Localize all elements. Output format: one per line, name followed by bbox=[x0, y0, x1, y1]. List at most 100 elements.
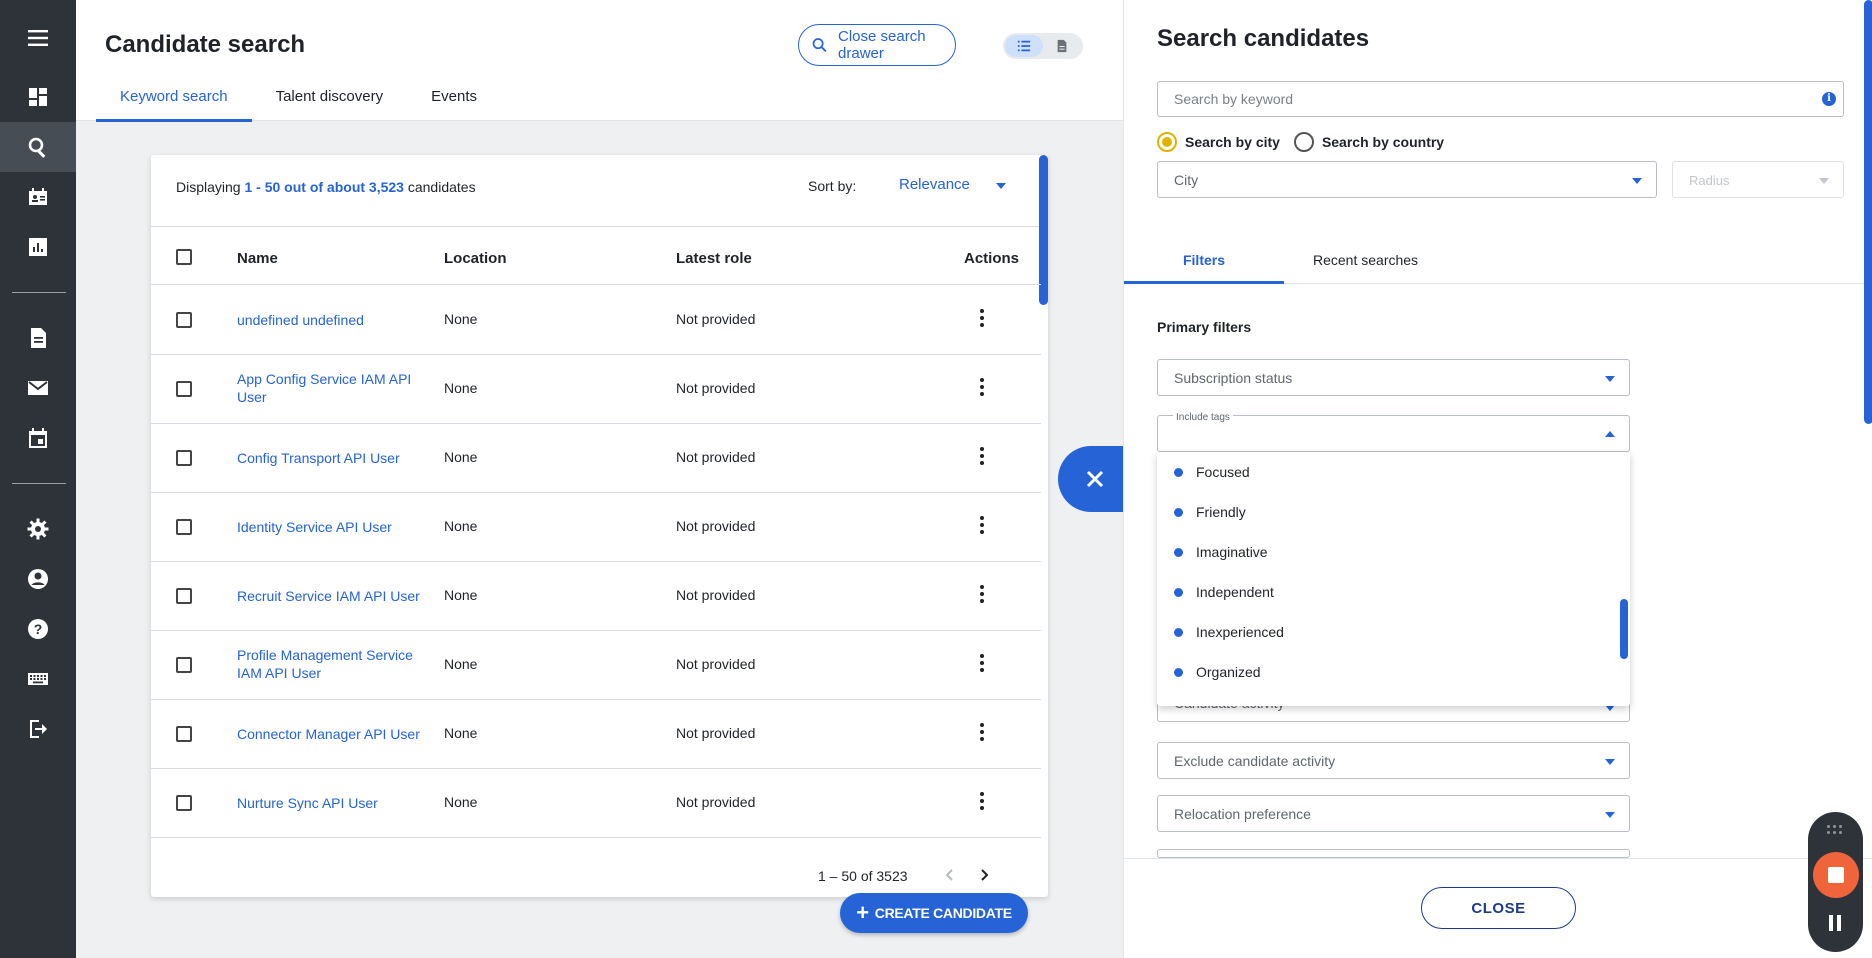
candidate-location: None bbox=[444, 587, 478, 603]
contacts-icon[interactable] bbox=[0, 172, 76, 222]
candidate-name-link[interactable]: Connector Manager API User bbox=[237, 725, 427, 743]
more-actions-icon[interactable] bbox=[980, 654, 986, 672]
stop-icon bbox=[1828, 867, 1844, 883]
more-actions-icon[interactable] bbox=[980, 516, 986, 534]
radio-search-by-city[interactable] bbox=[1157, 132, 1177, 152]
list-view-toggle[interactable] bbox=[1005, 35, 1043, 57]
more-actions-icon[interactable] bbox=[980, 309, 986, 327]
more-actions-icon[interactable] bbox=[980, 792, 986, 810]
row-checkbox[interactable] bbox=[176, 519, 192, 535]
logout-icon[interactable] bbox=[0, 704, 76, 754]
row-checkbox[interactable] bbox=[176, 312, 192, 328]
row-checkbox[interactable] bbox=[176, 381, 192, 397]
candidate-location: None bbox=[444, 449, 478, 465]
tag-option[interactable]: Organized bbox=[1157, 652, 1617, 692]
close-search-drawer-button[interactable]: Close search drawer bbox=[798, 24, 956, 66]
tag-option[interactable]: Independent bbox=[1157, 572, 1617, 612]
more-actions-icon[interactable] bbox=[980, 723, 986, 741]
keyword-search-input[interactable]: Search by keyword bbox=[1157, 81, 1844, 117]
results-count-prefix: Displaying bbox=[176, 179, 245, 195]
radius-select[interactable]: Radius bbox=[1672, 161, 1844, 198]
dropdown-scrollbar[interactable] bbox=[1620, 599, 1628, 659]
tab-keyword-search[interactable]: Keyword search bbox=[96, 80, 252, 122]
candidate-name-link[interactable]: Config Transport API User bbox=[237, 449, 427, 467]
tag-option-label: Inexperienced bbox=[1196, 624, 1284, 640]
stop-recording-button[interactable] bbox=[1813, 852, 1859, 898]
pause-icon[interactable] bbox=[1829, 915, 1843, 931]
row-checkbox[interactable] bbox=[176, 795, 192, 811]
tab-talent-discovery[interactable]: Talent discovery bbox=[276, 80, 384, 122]
menu-icon[interactable] bbox=[0, 13, 76, 63]
create-candidate-label: CREATE CANDIDATE bbox=[874, 905, 1012, 921]
select-all-checkbox[interactable] bbox=[176, 249, 192, 265]
row-checkbox[interactable] bbox=[176, 588, 192, 604]
results-count-suffix: candidates bbox=[403, 179, 476, 195]
tag-dot-icon bbox=[1174, 547, 1183, 557]
dashboard-icon[interactable] bbox=[0, 72, 76, 122]
more-actions-icon[interactable] bbox=[980, 447, 986, 465]
relocation-preference-select[interactable]: Relocation preference bbox=[1157, 795, 1630, 832]
main-content: Candidate search Close search drawer Key… bbox=[76, 0, 1123, 958]
close-drawer-fab[interactable] bbox=[1058, 446, 1124, 512]
drag-handle-icon[interactable] bbox=[1827, 825, 1845, 835]
subscription-status-select[interactable]: Subscription status bbox=[1157, 359, 1630, 396]
tag-option[interactable]: Friendly bbox=[1157, 492, 1617, 532]
search-tabs: Keyword search Talent discovery Events bbox=[96, 80, 525, 122]
create-candidate-button[interactable]: + CREATE CANDIDATE bbox=[840, 893, 1028, 933]
help-icon[interactable]: ? bbox=[0, 604, 76, 654]
candidate-latest-role: Not provided bbox=[676, 656, 756, 672]
table-row: undefined undefined None Not provided bbox=[151, 286, 1041, 355]
include-tags-select[interactable]: Include tags bbox=[1157, 412, 1630, 452]
tag-option[interactable]: Focused bbox=[1157, 452, 1617, 492]
radio-search-by-country[interactable] bbox=[1293, 132, 1314, 152]
document-icon bbox=[1057, 39, 1067, 53]
row-checkbox[interactable] bbox=[176, 657, 192, 673]
settings-icon[interactable] bbox=[0, 504, 76, 554]
search-icon[interactable] bbox=[0, 122, 76, 172]
city-select-value: City bbox=[1174, 172, 1199, 188]
tag-dot-icon bbox=[1174, 627, 1183, 637]
candidate-name-link[interactable]: App Config Service IAM API User bbox=[237, 370, 427, 406]
more-actions-icon[interactable] bbox=[980, 378, 986, 396]
table-row: App Config Service IAM API User None Not p… bbox=[151, 355, 1041, 424]
tab-filters[interactable]: Filters bbox=[1124, 252, 1284, 284]
keyboard-icon[interactable] bbox=[0, 654, 76, 704]
candidate-name-link[interactable]: Recruit Service IAM API User bbox=[237, 587, 427, 605]
column-header-name[interactable]: Name bbox=[237, 250, 278, 267]
tab-recent-searches[interactable]: Recent searches bbox=[1313, 252, 1418, 268]
document-icon[interactable] bbox=[0, 313, 76, 363]
reports-icon[interactable] bbox=[0, 222, 76, 272]
tag-option-label: Organized bbox=[1196, 664, 1261, 680]
tag-option[interactable]: Imaginative bbox=[1157, 532, 1617, 572]
close-button[interactable]: CLOSE bbox=[1421, 887, 1576, 929]
row-checkbox[interactable] bbox=[176, 726, 192, 742]
info-icon[interactable]: i bbox=[1822, 92, 1836, 106]
column-header-location[interactable]: Location bbox=[444, 250, 507, 267]
candidate-name-link[interactable]: undefined undefined bbox=[237, 311, 427, 329]
drawer-scrollbar[interactable] bbox=[1864, 0, 1872, 424]
calendar-icon[interactable] bbox=[0, 413, 76, 463]
next-filter-select[interactable] bbox=[1157, 849, 1630, 858]
column-header-latest-role[interactable]: Latest role bbox=[676, 250, 752, 267]
candidate-name-link[interactable]: Identity Service API User bbox=[237, 518, 427, 536]
candidate-name-link[interactable]: Profile Management Service IAM API User bbox=[237, 646, 427, 682]
mail-icon[interactable] bbox=[0, 363, 76, 413]
chevron-right-icon[interactable] bbox=[974, 865, 994, 885]
sort-select[interactable]: Relevance bbox=[899, 176, 970, 193]
exclude-activity-select[interactable]: Exclude candidate activity bbox=[1157, 742, 1630, 779]
candidate-latest-role: Not provided bbox=[676, 518, 756, 534]
left-nav: ? bbox=[0, 0, 76, 958]
more-actions-icon[interactable] bbox=[980, 585, 986, 603]
tag-option[interactable]: Inexperienced bbox=[1157, 612, 1617, 652]
close-icon bbox=[1086, 470, 1104, 488]
chevron-left-icon[interactable] bbox=[940, 865, 960, 885]
pagination-text: 1 – 50 of 3523 bbox=[818, 868, 908, 884]
city-select[interactable]: City bbox=[1157, 161, 1657, 198]
tab-events[interactable]: Events bbox=[431, 80, 477, 122]
document-view-toggle[interactable] bbox=[1043, 35, 1081, 57]
account-icon[interactable] bbox=[0, 554, 76, 604]
chevron-down-icon[interactable] bbox=[996, 183, 1006, 189]
table-row: Identity Service API User None Not provide… bbox=[151, 493, 1041, 562]
row-checkbox[interactable] bbox=[176, 450, 192, 466]
candidate-name-link[interactable]: Nurture Sync API User bbox=[237, 794, 427, 812]
